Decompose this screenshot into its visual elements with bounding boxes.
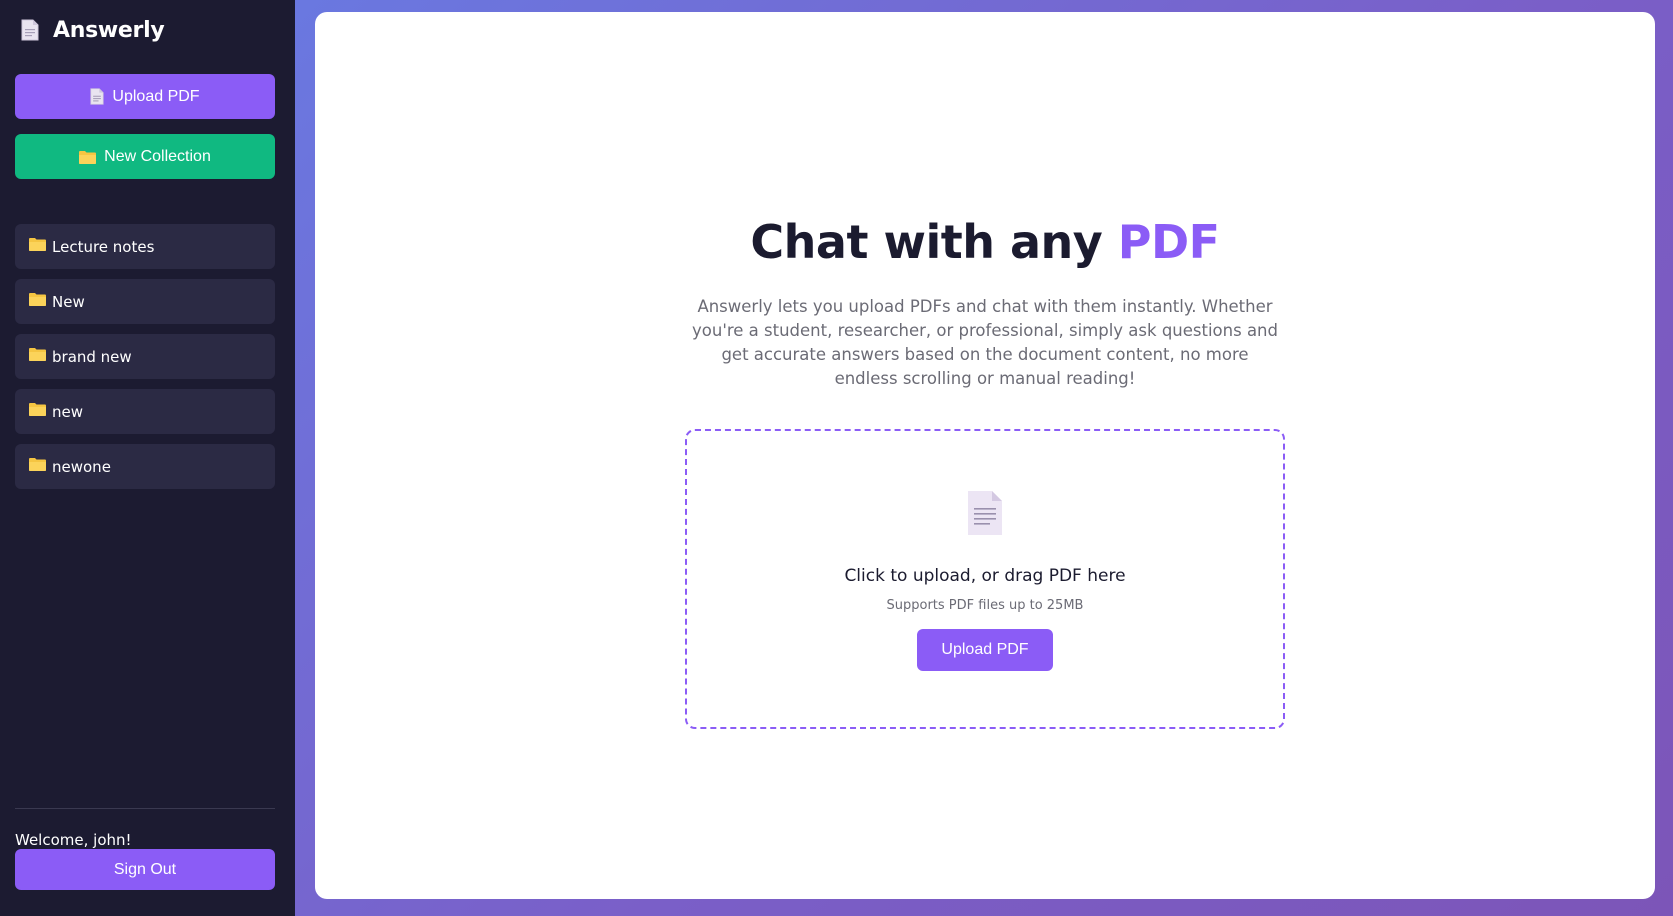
folder-icon	[29, 292, 46, 311]
folder-icon	[29, 237, 46, 256]
sign-out-button[interactable]: Sign Out	[15, 849, 275, 890]
dropzone-title: Click to upload, or drag PDF here	[844, 566, 1126, 586]
collection-item-lecture-notes[interactable]: Lecture notes	[15, 224, 275, 269]
dropzone-subtitle: Supports PDF files up to 25MB	[886, 598, 1084, 613]
sidebar-divider	[15, 808, 275, 809]
collection-item-new[interactable]: New	[15, 279, 275, 324]
page-title: Chat with any PDF	[750, 215, 1220, 269]
upload-dropzone[interactable]: Click to upload, or drag PDF here Suppor…	[685, 429, 1285, 729]
folder-icon	[29, 347, 46, 366]
welcome-text: Welcome, john!	[15, 831, 132, 849]
collection-item-new-lowercase[interactable]: new	[15, 389, 275, 434]
sidebar: Answerly Upload PDF New Collection Lectu…	[0, 0, 295, 916]
folder-icon	[29, 457, 46, 476]
app-title: Answerly	[53, 17, 165, 43]
main-area: Chat with any PDF Answerly lets you uplo…	[295, 0, 1673, 916]
document-icon	[966, 489, 1004, 542]
brand: Answerly	[21, 15, 280, 45]
new-collection-button[interactable]: New Collection	[15, 134, 275, 179]
collection-label: new	[52, 402, 84, 421]
dropzone-upload-button[interactable]: Upload PDF	[917, 629, 1053, 671]
document-icon	[90, 88, 104, 105]
content-card: Chat with any PDF Answerly lets you uplo…	[315, 12, 1655, 899]
collection-list: Lecture notes New brand new new newone	[15, 224, 280, 489]
document-icon	[21, 19, 39, 41]
new-collection-label: New Collection	[104, 147, 211, 165]
title-accent: PDF	[1117, 215, 1220, 269]
page-description: Answerly lets you upload PDFs and chat w…	[692, 297, 1278, 388]
collection-label: New	[52, 292, 85, 311]
collection-label: brand new	[52, 347, 132, 366]
collection-item-brand-new[interactable]: brand new	[15, 334, 275, 379]
folder-icon	[29, 402, 46, 421]
folder-icon	[79, 150, 97, 164]
collection-label: Lecture notes	[52, 237, 155, 256]
collection-label: newone	[52, 457, 111, 476]
upload-pdf-label: Upload PDF	[112, 87, 200, 105]
collection-item-newone[interactable]: newone	[15, 444, 275, 489]
title-prefix: Chat with any	[750, 215, 1103, 269]
upload-pdf-button[interactable]: Upload PDF	[15, 74, 275, 119]
